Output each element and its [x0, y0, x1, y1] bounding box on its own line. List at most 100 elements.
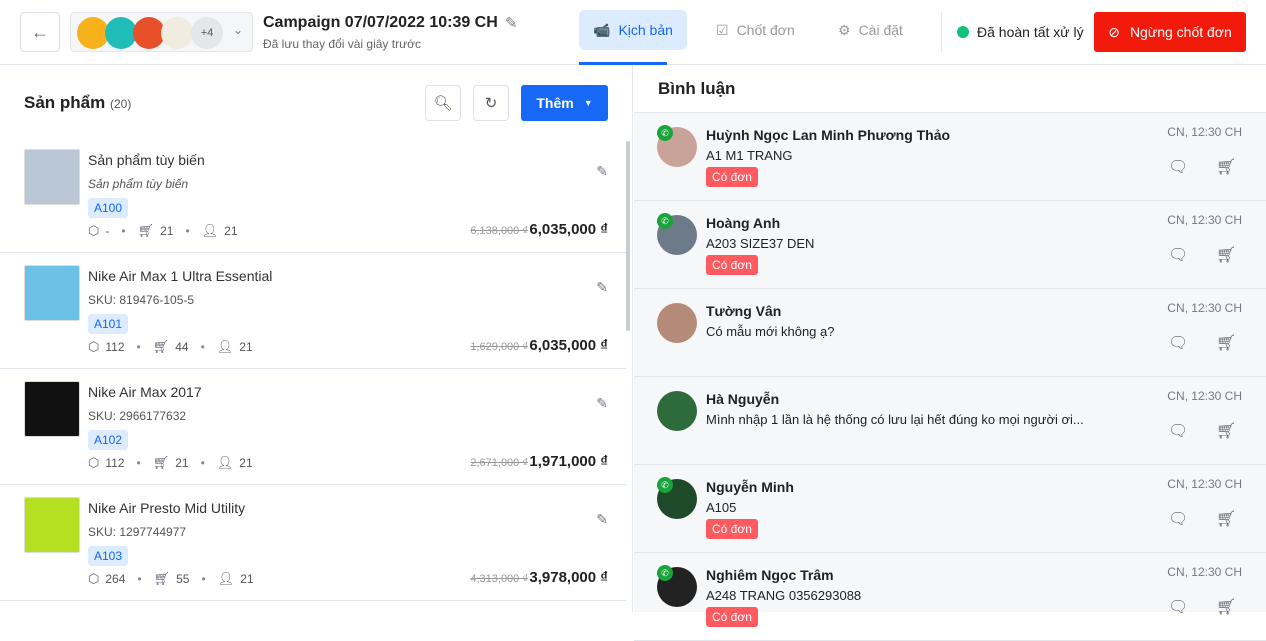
products-panel: Sản phẩm (20) 🔍︎ ↻ Thêm ▼ Sản phẩm tùy bi… [0, 65, 633, 612]
product-image [24, 265, 80, 321]
stock: 112 [105, 340, 125, 354]
phone-icon: ✆ [657, 477, 673, 493]
scrollbar[interactable] [626, 141, 630, 331]
product-sku: SKU: 1297744977 [88, 525, 187, 539]
cart-icon: 🛒︎ [152, 339, 170, 354]
commenter-name: Huỳnh Ngọc Lan Minh Phương Thảo [706, 127, 951, 143]
stock: 264 [105, 572, 126, 586]
stock: - [105, 224, 110, 238]
product-row[interactable]: Nike Air Max 1 Ultra Essential SKU: 8194… [0, 253, 626, 369]
comment-time: CN, 12:30 CH [1167, 213, 1242, 227]
status-dot-icon [957, 26, 969, 38]
live-camera-icon: 📹 [593, 21, 611, 38]
cart-count: 21 [175, 456, 189, 470]
search-button[interactable]: 🔍︎ [425, 85, 461, 121]
old-price: 1,629,000 ₫ [470, 341, 528, 353]
reply-icon[interactable]: 🗨︎ [1168, 157, 1188, 177]
old-price: 2,671,000 ₫ [470, 457, 528, 469]
comment-text: A203 SIZE37 DEN [706, 236, 815, 251]
chevron-down-icon: ⌄ [233, 23, 244, 37]
dot-separator: • [137, 572, 142, 586]
dot-separator: • [200, 456, 205, 470]
edit-title-icon[interactable]: ✎ [505, 14, 518, 32]
campaign-title: Campaign 07/07/2022 10:39 CH [263, 14, 498, 31]
product-row[interactable]: Nike Air Presto Mid Utility SKU: 1297744… [0, 485, 626, 601]
edit-icon[interactable]: ✎ [596, 163, 608, 180]
product-stats: ⬡ 112 • 🛒︎ 44 • 👤︎ 21 [88, 339, 253, 355]
add-button[interactable]: Thêm ▼ [521, 85, 608, 121]
edit-icon[interactable]: ✎ [596, 395, 608, 412]
search-icon: 🔍︎ [433, 95, 453, 112]
page-avatar [161, 17, 193, 49]
page-selector[interactable]: +4 ⌄ [70, 12, 253, 52]
product-image [24, 497, 80, 553]
reply-icon[interactable]: 🗨︎ [1168, 333, 1188, 353]
add-to-cart-icon[interactable]: 🛒︎ [1216, 509, 1236, 529]
order-badge: Có đơn [706, 607, 758, 627]
tab-label: Chốt đơn [736, 22, 795, 38]
add-to-cart-icon[interactable]: 🛒︎ [1216, 597, 1236, 617]
tab-cai-dat[interactable]: ⚙ Cài đặt [824, 10, 917, 50]
order-badge: Có đơn [706, 519, 758, 539]
stop-order-button[interactable]: ⊘ Ngừng chốt đơn [1094, 12, 1246, 52]
process-status: Đã hoàn tất xử lý [957, 24, 1084, 40]
comment-item[interactable]: ✆ Nguyễn Minh A105 Có đơn CN, 12:30 CH 🗨… [634, 465, 1266, 553]
comment-text: A248 TRANG 0356293088 [706, 588, 862, 603]
product-image [24, 149, 80, 205]
product-code: A103 [88, 546, 129, 566]
order-badge: Có đơn [706, 167, 758, 187]
product-row[interactable]: Nike Air Max 2017 SKU: 2966177632 A102 ⬡… [0, 369, 626, 485]
price: 1,971,000 ₫ [529, 453, 608, 470]
add-to-cart-icon[interactable]: 🛒︎ [1216, 333, 1236, 353]
order-badge: Có đơn [706, 255, 758, 275]
tab-label: Cài đặt [858, 22, 903, 38]
comment-text: Có mẫu mới không ạ? [706, 324, 835, 339]
comment-item[interactable]: ✆ Huỳnh Ngọc Lan Minh Phương Thảo A1 M1 … [634, 113, 1266, 201]
box-icon: ⬡ [88, 571, 100, 586]
refresh-button[interactable]: ↻ [473, 85, 509, 121]
back-button[interactable]: ← [20, 12, 60, 52]
product-name: Sản phẩm tùy biến [88, 152, 205, 168]
comment-item[interactable]: Tường Vân Có mẫu mới không ạ? CN, 12:30 … [634, 289, 1266, 377]
edit-icon[interactable]: ✎ [596, 511, 608, 528]
product-sku: Sản phẩm tùy biến [88, 177, 189, 191]
comment-item[interactable]: Hà Nguyễn Mình nhập 1 lần là hệ thống có… [634, 377, 1266, 465]
old-price: 4,313,000 ₫ [470, 573, 528, 585]
comment-text: Mình nhập 1 lần là hệ thống có lưu lại h… [706, 412, 1084, 427]
dot-separator: • [200, 340, 205, 354]
product-stats: ⬡ - • 🛒︎ 21 • 👤︎ 21 [88, 223, 238, 239]
more-pages-count: +4 [191, 17, 223, 49]
product-name: Nike Air Max 2017 [88, 384, 202, 400]
product-name: Nike Air Presto Mid Utility [88, 500, 246, 516]
reply-icon[interactable]: 🗨︎ [1168, 597, 1188, 617]
reply-icon[interactable]: 🗨︎ [1168, 421, 1188, 441]
avatar [657, 303, 697, 343]
cart-icon: 🛒︎ [153, 571, 171, 586]
cart-count: 55 [176, 572, 190, 586]
edit-icon[interactable]: ✎ [596, 279, 608, 296]
comment-time: CN, 12:30 CH [1167, 565, 1242, 579]
product-code: A100 [88, 198, 129, 218]
reply-icon[interactable]: 🗨︎ [1168, 245, 1188, 265]
add-to-cart-icon[interactable]: 🛒︎ [1216, 421, 1236, 441]
reply-icon[interactable]: 🗨︎ [1168, 509, 1188, 529]
comment-item[interactable]: ✆ Nghiêm Ngọc Trâm A248 TRANG 0356293088… [634, 553, 1266, 641]
product-code: A102 [88, 430, 129, 450]
buyers-count: 21 [240, 572, 254, 586]
stop-label: Ngừng chốt đơn [1129, 24, 1232, 40]
user-check-icon: 👤︎ [216, 455, 234, 470]
comment-item[interactable]: ✆ Hoàng Anh A203 SIZE37 DEN Có đơn CN, 1… [634, 201, 1266, 289]
dot-separator: • [185, 224, 190, 238]
box-icon: ⬡ [88, 339, 100, 354]
comment-time: CN, 12:30 CH [1167, 301, 1242, 315]
add-to-cart-icon[interactable]: 🛒︎ [1216, 157, 1236, 177]
product-row[interactable]: Sản phẩm tùy biến Sản phẩm tùy biến A100… [0, 137, 626, 253]
user-check-icon: 👤︎ [201, 223, 219, 238]
tab-chot-don[interactable]: ☑ Chốt đơn [702, 10, 809, 50]
cart-count: 21 [160, 224, 174, 238]
tab-label: Kịch bản [618, 22, 673, 38]
tab-kich-ban[interactable]: 📹 Kịch bản [579, 10, 687, 50]
add-to-cart-icon[interactable]: 🛒︎ [1216, 245, 1236, 265]
product-sku: SKU: 2966177632 [88, 409, 187, 423]
cart-icon: 🛒︎ [137, 223, 155, 238]
